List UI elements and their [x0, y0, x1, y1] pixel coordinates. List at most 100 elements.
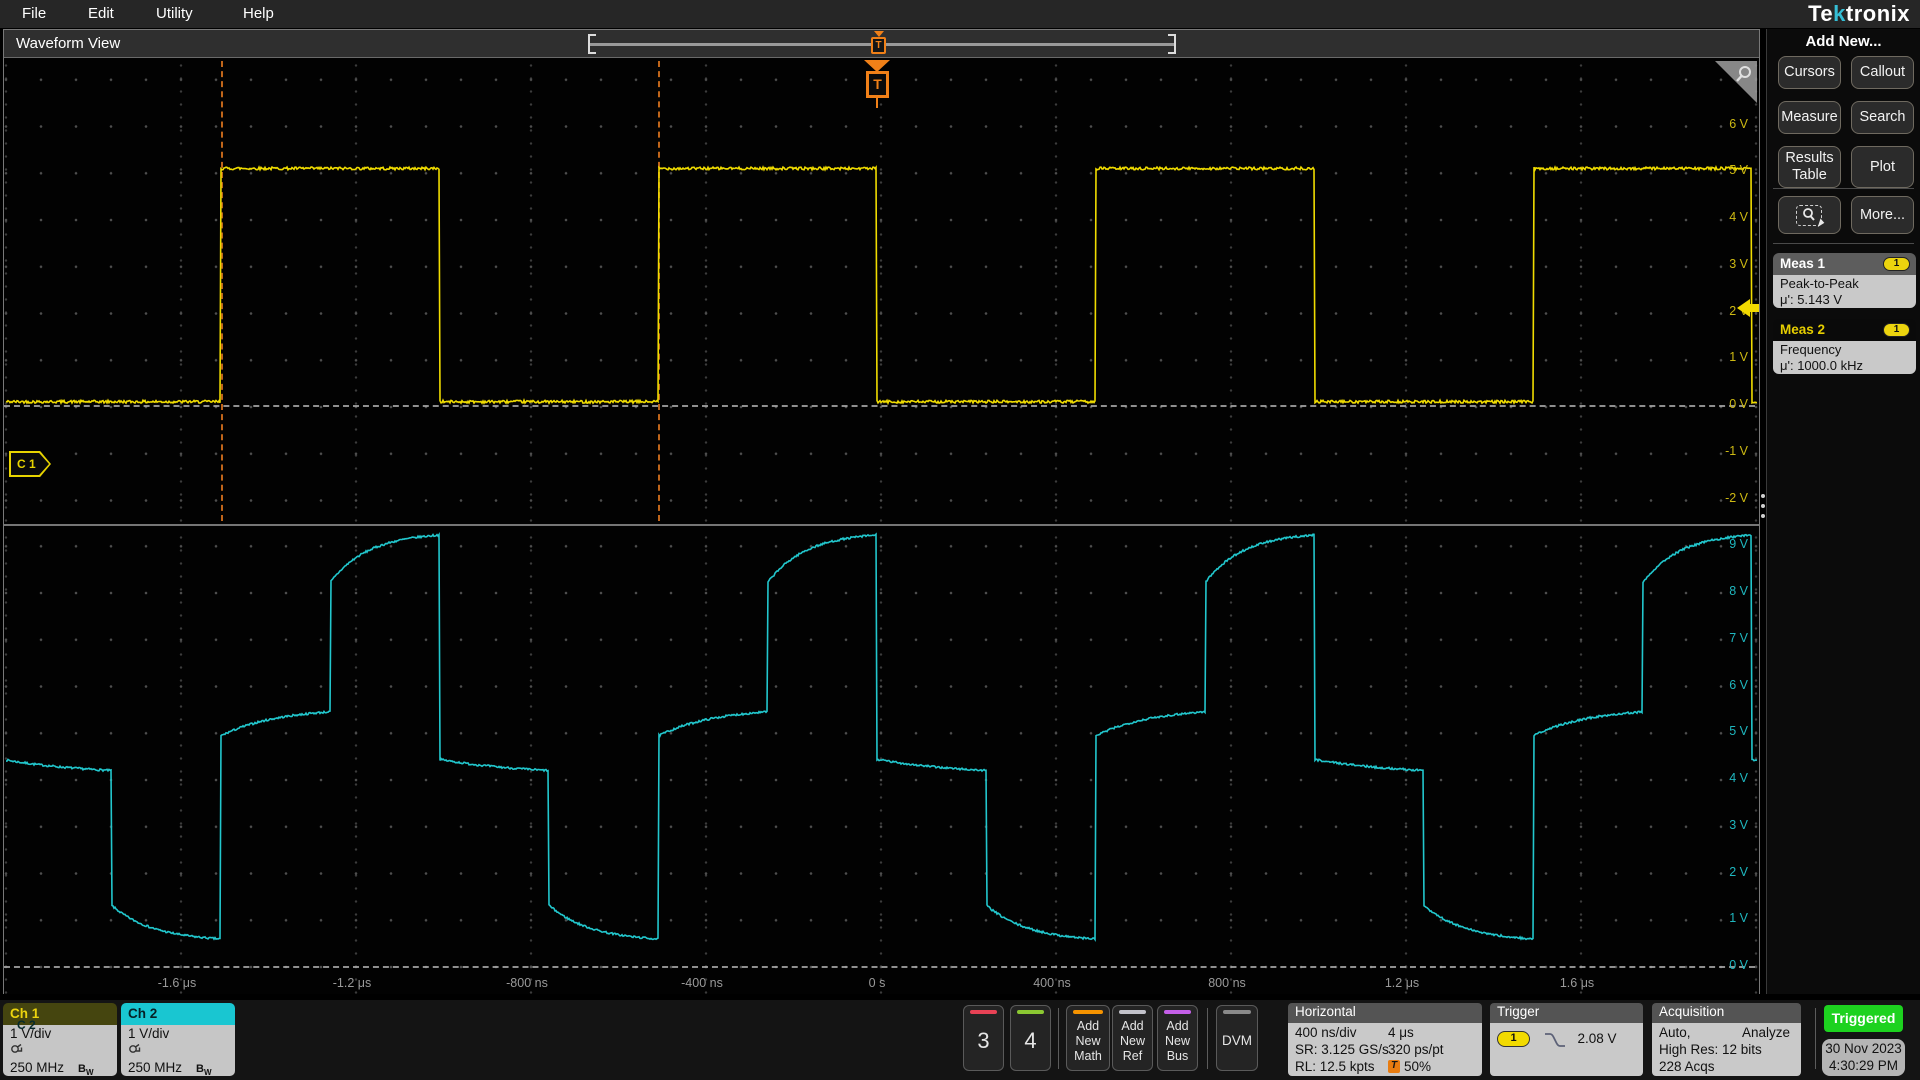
y-axis-tick-label: 0 V	[1729, 397, 1748, 411]
y-axis-tick-label: 4 V	[1729, 771, 1748, 785]
sample-rate: SR: 3.125 GS/s	[1295, 1042, 1389, 1057]
more-button[interactable]: More...	[1851, 196, 1914, 234]
y-axis-tick-label: 1 V	[1729, 350, 1748, 364]
ref-color-stripe	[1119, 1010, 1146, 1014]
trigger-position-marker[interactable]: T	[862, 60, 892, 108]
add-ref-label: Add New Ref	[1113, 1019, 1152, 1064]
trigger-position-pct: 50%	[1404, 1059, 1431, 1074]
x-axis-tick-label: 1.2 μs	[1385, 976, 1419, 990]
add-bus-label: Add New Bus	[1158, 1019, 1197, 1064]
add-new-heading: Add New...	[1767, 33, 1920, 50]
add-search-button[interactable]: Search	[1851, 101, 1914, 134]
acquisition-resolution: High Res: 12 bits	[1659, 1041, 1794, 1058]
add-callout-button[interactable]: Callout	[1851, 56, 1914, 89]
bracket-right	[1168, 34, 1176, 54]
menu-utility[interactable]: Utility	[156, 5, 193, 22]
oscilloscope-app: File Edit Utility Help Tektronix Wavefor…	[0, 0, 1920, 1080]
cursor-arrow-icon	[1818, 218, 1826, 228]
y-axis-tick-label: 8 V	[1729, 584, 1748, 598]
menu-file[interactable]: File	[22, 5, 46, 22]
add-new-ref-button[interactable]: Add New Ref	[1112, 1005, 1153, 1071]
y-axis-tick-label: -1 V	[1725, 444, 1748, 458]
arrow-left-icon	[1737, 299, 1750, 317]
add-plot-button[interactable]: Plot	[1851, 146, 1914, 188]
arrow-tail	[1750, 304, 1759, 312]
bus-color-stripe	[1164, 1010, 1191, 1014]
ch1-reference-marker[interactable]: C 1	[9, 451, 51, 477]
right-sidebar: Add New... Cursors Callout Measure Searc…	[1766, 29, 1920, 994]
sample-period: 320 ps/pt	[1388, 1041, 1444, 1058]
ch2-trace	[6, 534, 1757, 939]
ch2-scale: 1 V/div	[128, 1026, 235, 1042]
ch2-badge-header: Ch 2	[121, 1003, 235, 1025]
add-measure-button[interactable]: Measure	[1778, 101, 1841, 134]
menu-help[interactable]: Help	[243, 5, 274, 22]
add-new-math-button[interactable]: Add New Math	[1066, 1005, 1110, 1071]
y-axis-tick-label: 5 V	[1729, 724, 1748, 738]
divider	[1815, 1008, 1816, 1069]
meas2-source-badge: 1	[1883, 323, 1910, 337]
ch3-label: 3	[964, 1028, 1003, 1054]
magnifier-icon	[1734, 64, 1754, 84]
meas1-value: μ': 5.143 V	[1780, 292, 1916, 308]
waveform-view-panel: Waveform View T	[3, 29, 1760, 994]
time-text: 4:30:29 PM	[1822, 1057, 1905, 1074]
zoom-select-button[interactable]	[1778, 196, 1841, 234]
trigger-panel[interactable]: Trigger 1 2.08 V	[1490, 1003, 1643, 1076]
dvm-label: DVM	[1217, 1033, 1257, 1048]
trigger-status-badge: Triggered	[1824, 1005, 1903, 1032]
ch1-bandwidth: 250 MHz	[10, 1060, 64, 1075]
y-axis-tick-label: 3 V	[1729, 257, 1748, 271]
trigger-position-mini-marker[interactable]: T	[871, 31, 887, 57]
x-axis-tick-label: -1.6 μs	[158, 976, 196, 990]
waveform-view-title: Waveform View	[16, 35, 120, 52]
ch2-marker-label: C 2	[17, 1018, 36, 1032]
acquisition-panel[interactable]: Acquisition Auto,Analyze High Res: 12 bi…	[1652, 1003, 1801, 1076]
add-new-bus-button[interactable]: Add New Bus	[1157, 1005, 1198, 1071]
ch3-color-stripe	[970, 1010, 997, 1014]
y-axis-tick-label: 2 V	[1729, 865, 1748, 879]
trigger-source-badge: 1	[1497, 1031, 1530, 1047]
ch2-badge[interactable]: Ch 2 1 V/div 250 MHzBW	[121, 1003, 235, 1076]
x-axis-tick-label: 1.6 μs	[1560, 976, 1594, 990]
falling-edge-icon	[1544, 1032, 1566, 1047]
y-axis-tick-label: 7 V	[1729, 631, 1748, 645]
add-results-table-button[interactable]: Results Table	[1778, 146, 1841, 188]
divider	[1058, 1008, 1059, 1069]
dvm-button[interactable]: DVM	[1216, 1005, 1258, 1071]
math-color-stripe	[1073, 1010, 1103, 1014]
trigger-level-value: 2.08 V	[1578, 1031, 1617, 1046]
x-axis-tick-label: -800 ns	[506, 976, 548, 990]
measurement-card-meas1[interactable]: Meas 1 1 Peak-to-Peak μ': 5.143 V	[1773, 253, 1916, 308]
trigger-position-icon	[1388, 1060, 1400, 1073]
magnifier-icon	[1801, 207, 1817, 223]
menu-edit[interactable]: Edit	[88, 5, 114, 22]
y-axis-tick-label: 6 V	[1729, 117, 1748, 131]
ch1-marker-label: C 1	[17, 457, 36, 471]
acquisition-panel-header: Acquisition	[1652, 1003, 1801, 1023]
trigger-t-icon: T	[871, 37, 886, 54]
y-axis-tick-label: -2 V	[1725, 491, 1748, 505]
acquisition-count: 228 Acqs	[1659, 1058, 1794, 1075]
record-length: RL: 12.5 kpts	[1295, 1059, 1375, 1074]
divider	[1773, 188, 1914, 189]
date-text: 30 Nov 2023	[1822, 1040, 1905, 1057]
ch4-button[interactable]: 4	[1010, 1005, 1051, 1071]
y-axis-tick-label: 9 V	[1729, 537, 1748, 551]
horizontal-pan-zoom-bracket[interactable]: T	[588, 34, 1176, 54]
horizontal-panel[interactable]: Horizontal 400 ns/div4 μs SR: 3.125 GS/s…	[1288, 1003, 1482, 1076]
ch3-button[interactable]: 3	[963, 1005, 1004, 1071]
x-axis-tick-label: -1.2 μs	[333, 976, 371, 990]
trigger-panel-header: Trigger	[1490, 1003, 1643, 1023]
measurement-card-meas2[interactable]: Meas 2 1 Frequency μ': 1000.0 kHz	[1773, 319, 1916, 374]
horizontal-scale: 400 ns/div	[1295, 1025, 1357, 1040]
tektronix-logo: Tektronix	[1808, 1, 1910, 27]
add-cursors-button[interactable]: Cursors	[1778, 56, 1841, 89]
y-axis-tick-label: 5 V	[1729, 163, 1748, 177]
trigger-level-arrow[interactable]	[1737, 299, 1759, 317]
bottom-bar: Ch 1 1 V/div 250 MHzBW Ch 2 1 V/div 250 …	[0, 1000, 1920, 1080]
x-axis-tick-label: 800 ns	[1208, 976, 1246, 990]
marker-tip	[876, 98, 878, 108]
y-axis-tick-label: 3 V	[1729, 818, 1748, 832]
ch1-badge[interactable]: Ch 1 1 V/div 250 MHzBW	[3, 1003, 117, 1076]
